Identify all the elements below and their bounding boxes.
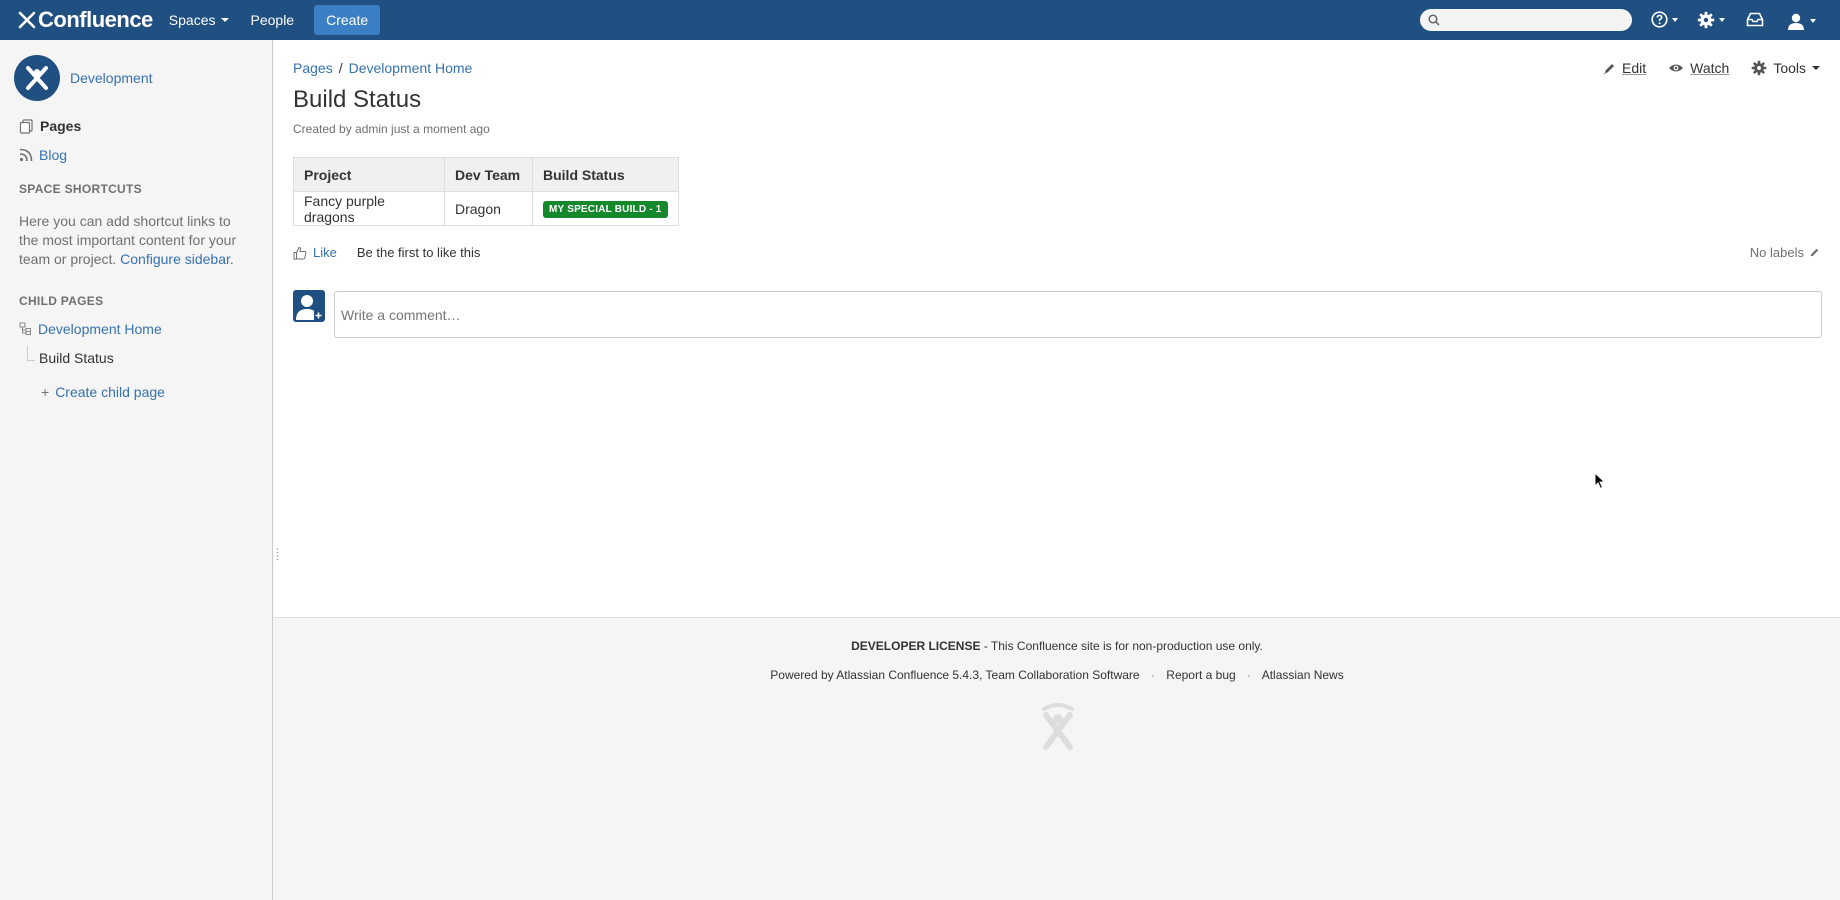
tree-connector — [27, 346, 28, 360]
admin-menu[interactable] — [1697, 11, 1725, 29]
watch-label: Watch — [1690, 60, 1730, 76]
create-button[interactable]: Create — [314, 5, 381, 35]
user-menu[interactable] — [1786, 11, 1816, 31]
search-icon — [1428, 14, 1440, 26]
comment-user-avatar — [293, 290, 325, 322]
nav-people[interactable]: People — [251, 12, 295, 28]
labels-section[interactable]: No labels — [1750, 245, 1820, 260]
chevron-down-icon — [1719, 18, 1725, 22]
cell-build-status: MY SPECIAL BUILD - 1 — [532, 191, 679, 226]
tools-label: Tools — [1773, 60, 1806, 76]
breadcrumb: Pages / Development Home — [293, 60, 472, 76]
sidebar-item-blog[interactable]: Blog — [19, 147, 67, 163]
chevron-down-icon — [1812, 66, 1820, 70]
user-avatar-icon — [1786, 11, 1806, 31]
atlassian-news-link[interactable]: Atlassian News — [1262, 668, 1344, 682]
page-title: Build Status — [293, 86, 422, 113]
child-page-development-home[interactable]: Development Home — [19, 321, 162, 337]
column-header-build-status: Build Status — [532, 157, 679, 192]
help-icon — [1651, 11, 1668, 28]
footer-links: Powered by Atlassian Confluence 5.4.3, T… — [274, 668, 1840, 682]
drag-handle-icon — [276, 548, 279, 561]
logo-text: Confluence — [38, 7, 153, 32]
comment-input[interactable] — [334, 291, 1822, 338]
watch-button[interactable]: Watch — [1668, 60, 1729, 76]
child-page-label: Build Status — [39, 350, 114, 366]
cell-project: Fancy purple dragons — [293, 191, 445, 226]
gear-icon — [1752, 60, 1767, 76]
space-logo[interactable] — [14, 55, 60, 101]
report-bug-link[interactable]: Report a bug — [1166, 668, 1235, 682]
separator-dot: · — [1150, 668, 1155, 682]
main-content: Pages / Development Home Build Status Cr… — [274, 40, 1840, 617]
breadcrumb-pages[interactable]: Pages — [293, 60, 333, 76]
page-tree-icon — [19, 322, 31, 335]
shortcuts-help-text: Here you can add shortcut links to the m… — [19, 212, 253, 269]
license-label: DEVELOPER LICENSE — [851, 639, 981, 653]
edit-label: Edit — [1622, 60, 1647, 76]
sidebar-item-pages[interactable]: Pages — [19, 118, 81, 134]
labels-text: No labels — [1749, 245, 1804, 260]
edit-button[interactable]: Edit — [1603, 60, 1646, 76]
space-shortcuts-heading: SPACE SHORTCUTS — [19, 182, 142, 196]
separator-dot: · — [1247, 668, 1252, 682]
like-summary: Be the first to like this — [356, 245, 481, 260]
like-button[interactable]: Like — [313, 245, 337, 260]
confluence-x-icon — [18, 11, 36, 29]
tree-connector — [27, 360, 35, 361]
confluence-logo[interactable]: Confluence — [18, 7, 153, 33]
rss-icon — [19, 148, 33, 162]
status-badge: MY SPECIAL BUILD - 1 — [543, 201, 668, 218]
page-footer: DEVELOPER LICENSE - This Confluence site… — [274, 617, 1840, 900]
configure-sidebar-link[interactable]: Configure sidebar. — [120, 251, 234, 267]
child-page-build-status[interactable]: Build Status — [39, 350, 114, 366]
pencil-icon — [1810, 248, 1819, 257]
pages-icon — [19, 118, 33, 134]
tools-menu[interactable]: Tools — [1751, 60, 1820, 76]
nav-spaces-label: Spaces — [168, 12, 216, 28]
top-header: Confluence Spaces People Create — [0, 0, 1840, 40]
chevron-down-icon — [1672, 17, 1678, 22]
nav-spaces[interactable]: Spaces — [169, 12, 229, 28]
powered-by-link[interactable]: Powered by Atlassian Confluence 5.4.3, T… — [770, 668, 1139, 682]
pencil-icon — [1604, 63, 1615, 74]
cell-dev-team: Dragon — [444, 191, 533, 226]
gear-icon — [1697, 11, 1715, 29]
page-byline: Created by admin just a moment ago — [293, 122, 490, 136]
nav-people-label: People — [250, 12, 295, 28]
mouse-cursor-icon — [1594, 472, 1606, 490]
license-notice: DEVELOPER LICENSE - This Confluence site… — [274, 639, 1840, 653]
sidebar-resize-handle[interactable] — [276, 547, 279, 561]
search-input[interactable] — [1420, 9, 1632, 31]
create-child-page-label: Create child page — [55, 384, 165, 400]
table-header-row: Project Dev Team Build Status — [293, 157, 679, 192]
page-actions: Edit Watch Tools — [1581, 60, 1820, 76]
like-section: Like Be the first to like this — [293, 245, 480, 260]
chevron-down-icon — [1810, 19, 1816, 23]
help-menu[interactable] — [1651, 11, 1678, 28]
create-child-page-link[interactable]: + Create child page — [41, 384, 165, 400]
child-pages-heading: CHILD PAGES — [19, 294, 104, 308]
column-header-dev-team: Dev Team — [444, 157, 533, 192]
sidebar-item-label: Blog — [39, 147, 68, 163]
eye-icon — [1669, 64, 1684, 72]
build-status-table: Project Dev Team Build Status Fancy purp… — [293, 157, 679, 226]
column-header-project: Project — [293, 157, 445, 192]
notifications-button[interactable] — [1746, 11, 1764, 27]
breadcrumb-development-home[interactable]: Development Home — [349, 60, 473, 76]
table-row: Fancy purple dragons Dragon MY SPECIAL B… — [293, 191, 679, 226]
inbox-icon — [1746, 12, 1764, 27]
user-avatar-icon — [296, 295, 323, 320]
thumbs-up-icon — [293, 246, 307, 259]
sidebar-item-label: Pages — [40, 118, 82, 134]
chevron-down-icon — [220, 18, 229, 22]
space-avatar-icon — [26, 66, 48, 90]
atlassian-logo-icon — [1042, 703, 1074, 750]
child-page-label: Development Home — [38, 321, 162, 337]
space-sidebar: Development Pages Blog SPACE SHORTCUTS H… — [0, 40, 273, 900]
space-name-link[interactable]: Development — [70, 70, 153, 86]
breadcrumb-separator: / — [338, 60, 343, 76]
plus-icon: + — [41, 384, 50, 400]
license-text: - This Confluence site is for non-produc… — [980, 639, 1263, 653]
